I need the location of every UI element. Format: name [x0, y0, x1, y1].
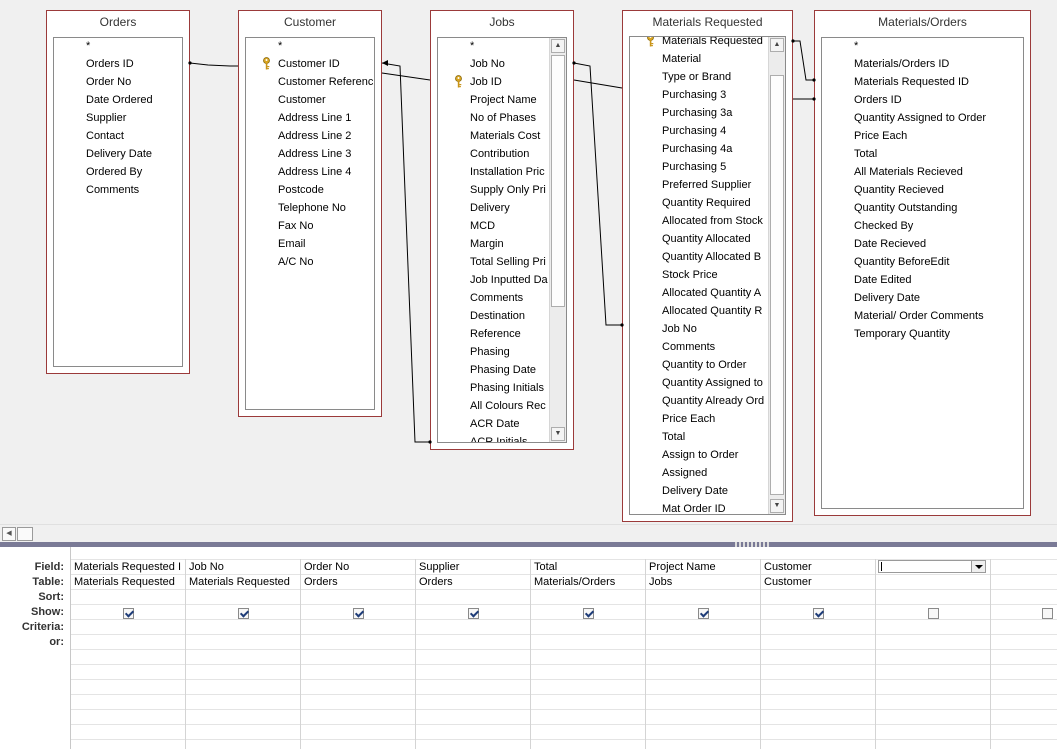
- grid-column-4[interactable]: Supplier Orders: [416, 559, 531, 749]
- field-cell[interactable]: Supplier: [416, 560, 530, 575]
- grid-column-7[interactable]: Customer Customer: [761, 559, 876, 749]
- grid-column-2[interactable]: Job No Materials Requested: [186, 559, 301, 749]
- show-checkbox[interactable]: [353, 608, 364, 619]
- query-design-surface[interactable]: Orders * Orders ID Order No Date Ordered…: [0, 0, 1057, 524]
- join-endpoint: [812, 97, 816, 101]
- arrow-left-icon[interactable]: ◀: [2, 527, 16, 541]
- table-cell[interactable]: [876, 575, 990, 590]
- sort-cell[interactable]: [301, 590, 415, 605]
- field-cell[interactable]: Customer: [761, 560, 875, 575]
- grid-column-3[interactable]: Order No Orders: [301, 559, 416, 749]
- sort-cell[interactable]: [416, 590, 530, 605]
- grid-column-5[interactable]: Total Materials/Orders: [531, 559, 646, 749]
- field-cell[interactable]: [991, 560, 1057, 575]
- row-header-show: Show:: [31, 606, 64, 618]
- join-line-customer-jobs-id: [381, 72, 431, 81]
- design-horizontal-scrollbar[interactable]: ◀: [0, 524, 1057, 543]
- show-checkbox[interactable]: [238, 608, 249, 619]
- show-checkbox[interactable]: [698, 608, 709, 619]
- row-header-field: Field:: [34, 561, 64, 573]
- show-checkbox[interactable]: [928, 608, 939, 619]
- row-header-sort: Sort:: [38, 591, 64, 603]
- table-cell[interactable]: Orders: [416, 575, 530, 590]
- show-checkbox[interactable]: [1042, 608, 1053, 619]
- field-cell[interactable]: Order No: [301, 560, 415, 575]
- sort-cell[interactable]: [531, 590, 645, 605]
- row-header-or: or:: [49, 636, 64, 648]
- relationship-lines: [188, 39, 816, 444]
- join-endpoint: [812, 78, 816, 82]
- field-cell[interactable]: Project Name: [646, 560, 760, 575]
- grid-row-headers: Field: Table: Sort: Show: Criteria: or:: [0, 547, 71, 749]
- row-header-table: Table:: [32, 576, 64, 588]
- show-checkbox[interactable]: [583, 608, 594, 619]
- field-cell[interactable]: Materials Requested I: [71, 560, 185, 575]
- sort-cell[interactable]: [876, 590, 990, 605]
- chevron-down-icon[interactable]: [971, 561, 985, 572]
- query-design-grid[interactable]: Field: Table: Sort: Show: Criteria: or: …: [0, 547, 1057, 749]
- join-endpoint: [572, 61, 576, 65]
- join-line-materials-requested-materials-orders: [793, 40, 814, 81]
- show-checkbox[interactable]: [123, 608, 134, 619]
- grid-column-9[interactable]: [991, 559, 1057, 749]
- join-endpoint: [428, 440, 432, 444]
- table-cell[interactable]: Jobs: [646, 575, 760, 590]
- table-cell[interactable]: Customer: [761, 575, 875, 590]
- field-cell[interactable]: Total: [531, 560, 645, 575]
- sort-cell[interactable]: [71, 590, 185, 605]
- show-checkbox[interactable]: [468, 608, 479, 619]
- join-endpoint: [791, 39, 795, 43]
- show-checkbox[interactable]: [813, 608, 824, 619]
- join-line-orders-materials-orders: [189, 62, 238, 67]
- join-line-jobs-materials-requested: [573, 62, 622, 326]
- sort-cell[interactable]: [761, 590, 875, 605]
- table-cell[interactable]: Materials/Orders: [531, 575, 645, 590]
- join-endpoint: [188, 61, 192, 65]
- sort-cell[interactable]: [646, 590, 760, 605]
- table-cell[interactable]: [991, 575, 1057, 590]
- table-cell[interactable]: Orders: [301, 575, 415, 590]
- grid-column-8[interactable]: [876, 559, 991, 749]
- table-cell[interactable]: Materials Requested: [71, 575, 185, 590]
- field-cell[interactable]: Job No: [186, 560, 300, 575]
- field-dropdown[interactable]: [878, 560, 986, 573]
- join-line-customer-jobs: [381, 62, 430, 443]
- text-cursor: [881, 562, 882, 571]
- scrollbar-thumb[interactable]: [17, 527, 33, 541]
- join-line-jobs-materials-requested-top: [573, 79, 623, 89]
- grid-column-6[interactable]: Project Name Jobs: [646, 559, 761, 749]
- table-cell[interactable]: Materials Requested: [186, 575, 300, 590]
- join-endpoint: [620, 323, 624, 327]
- sort-cell[interactable]: [186, 590, 300, 605]
- grid-column-1[interactable]: Materials Requested I Materials Requeste…: [71, 559, 186, 749]
- row-header-criteria: Criteria:: [21, 621, 64, 633]
- join-endpoint: [382, 60, 388, 66]
